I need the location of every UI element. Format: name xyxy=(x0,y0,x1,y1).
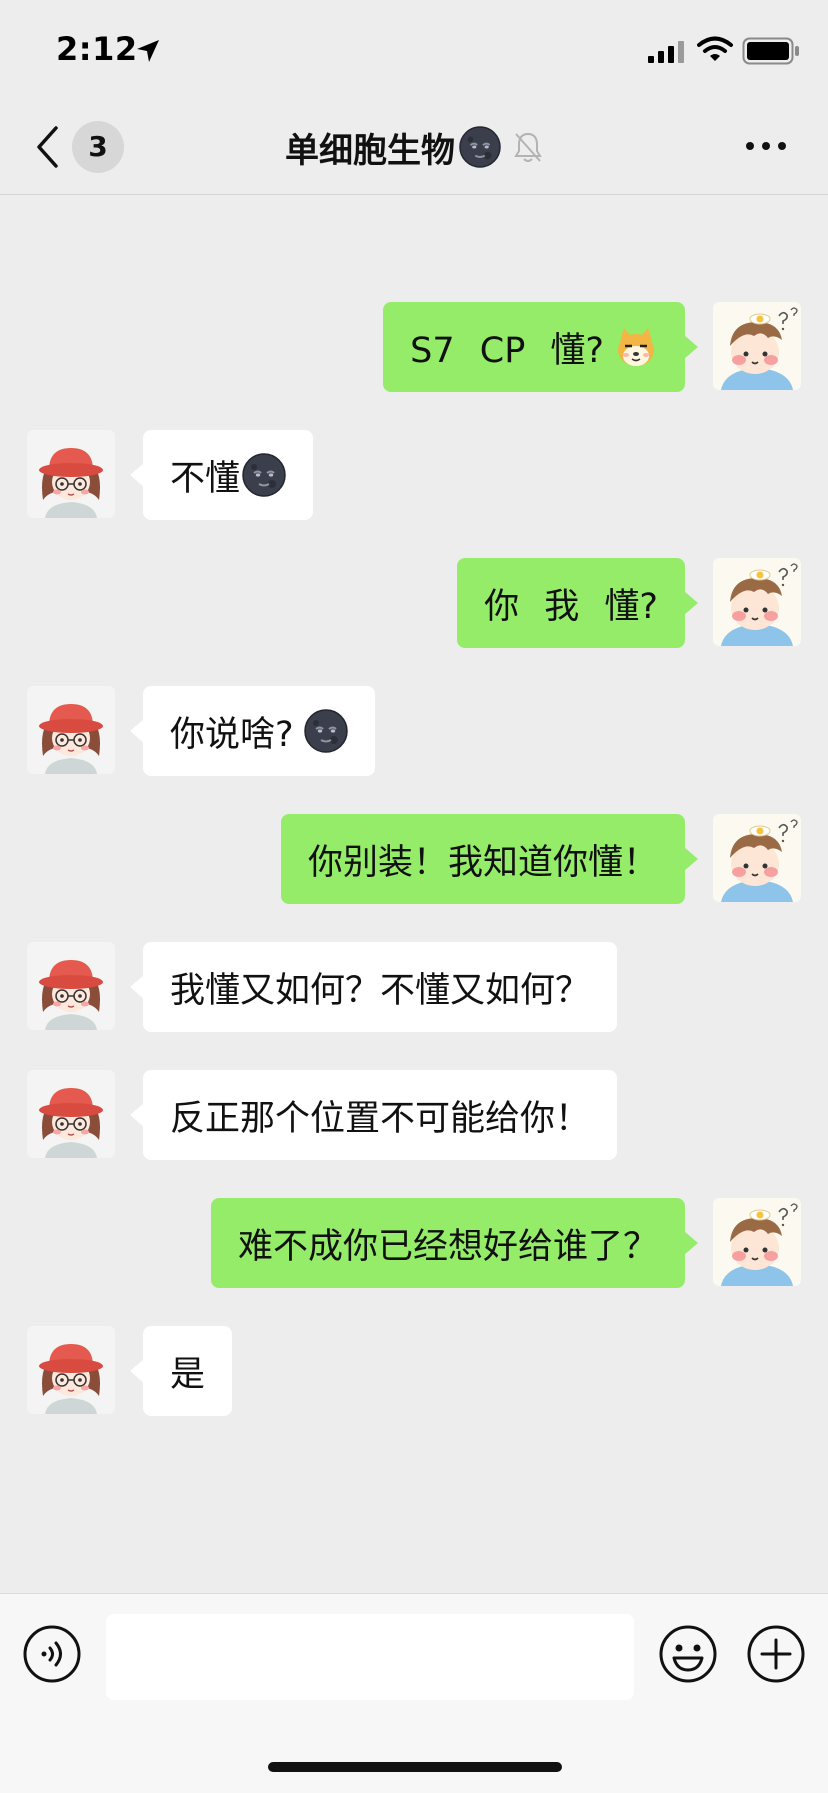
home-indicator xyxy=(268,1762,562,1772)
nav-bar: 3 单细胞生物 xyxy=(0,100,828,195)
message-bubble[interactable]: S7 CP 懂? xyxy=(383,302,698,392)
emoji-icon[interactable] xyxy=(658,1624,718,1684)
wifi-icon xyxy=(697,36,733,61)
message-text: 反正那个位置不可能给你！ xyxy=(170,1098,591,1139)
battery-icon xyxy=(742,37,799,65)
title-group: 单细胞生物 xyxy=(0,100,828,194)
status-bar: 2:12 xyxy=(0,0,828,100)
location-arrow-icon xyxy=(137,40,159,62)
chevron-left-icon[interactable] xyxy=(34,124,62,170)
bell-muted-icon xyxy=(514,132,542,162)
cellular-signal-icon xyxy=(648,41,684,63)
contact-avatar[interactable] xyxy=(27,1070,115,1158)
plus-circle-icon[interactable] xyxy=(746,1624,806,1684)
message-text: 你别装！我知道你懂！ xyxy=(307,842,658,883)
message-bubble[interactable]: 你别装！我知道你懂！ xyxy=(280,814,699,904)
message-bubble[interactable]: 难不成你已经想好给谁了？ xyxy=(210,1198,699,1288)
contact-avatar[interactable] xyxy=(27,1326,115,1414)
message-text: S7 CP 懂? xyxy=(410,330,604,371)
voice-input-icon[interactable] xyxy=(22,1624,82,1684)
contact-avatar[interactable] xyxy=(27,942,115,1030)
message-bubble[interactable]: 反正那个位置不可能给你！ xyxy=(129,1070,618,1160)
new-moon-face-icon xyxy=(459,126,501,168)
input-bar xyxy=(0,1593,828,1793)
unread-count-badge[interactable]: 3 xyxy=(72,121,124,173)
my-avatar[interactable] xyxy=(713,1198,801,1286)
status-time: 2:12 xyxy=(56,30,138,68)
my-avatar[interactable] xyxy=(713,814,801,902)
message-text: 是 xyxy=(170,1354,206,1395)
message-bubble[interactable]: 我懂又如何？不懂又如何？ xyxy=(129,942,618,1032)
message-bubble[interactable]: 不懂 xyxy=(129,430,314,520)
new-moon-face-emoji-icon xyxy=(242,453,286,497)
my-avatar[interactable] xyxy=(713,302,801,390)
more-dots-icon[interactable] xyxy=(744,136,788,156)
contact-avatar[interactable] xyxy=(27,686,115,774)
message-text: 难不成你已经想好给谁了？ xyxy=(237,1226,658,1267)
contact-avatar[interactable] xyxy=(27,430,115,518)
message-bubble[interactable]: 你说啥? xyxy=(130,686,375,776)
message-text: 不懂 xyxy=(170,458,241,499)
message-bubble[interactable]: 是 xyxy=(129,1326,233,1416)
message-text: 我懂又如何？不懂又如何？ xyxy=(170,970,591,1011)
page-title: 单细胞生物 xyxy=(285,130,455,171)
message-bubble[interactable]: 你 我 懂? xyxy=(457,558,698,648)
doge-cat-emoji-icon xyxy=(614,325,658,369)
message-text: 你 我 懂? xyxy=(484,586,658,627)
message-text: 你说啥? xyxy=(170,714,294,755)
my-avatar[interactable] xyxy=(713,558,801,646)
new-moon-face-emoji-icon xyxy=(304,709,348,753)
message-input[interactable] xyxy=(106,1614,634,1700)
